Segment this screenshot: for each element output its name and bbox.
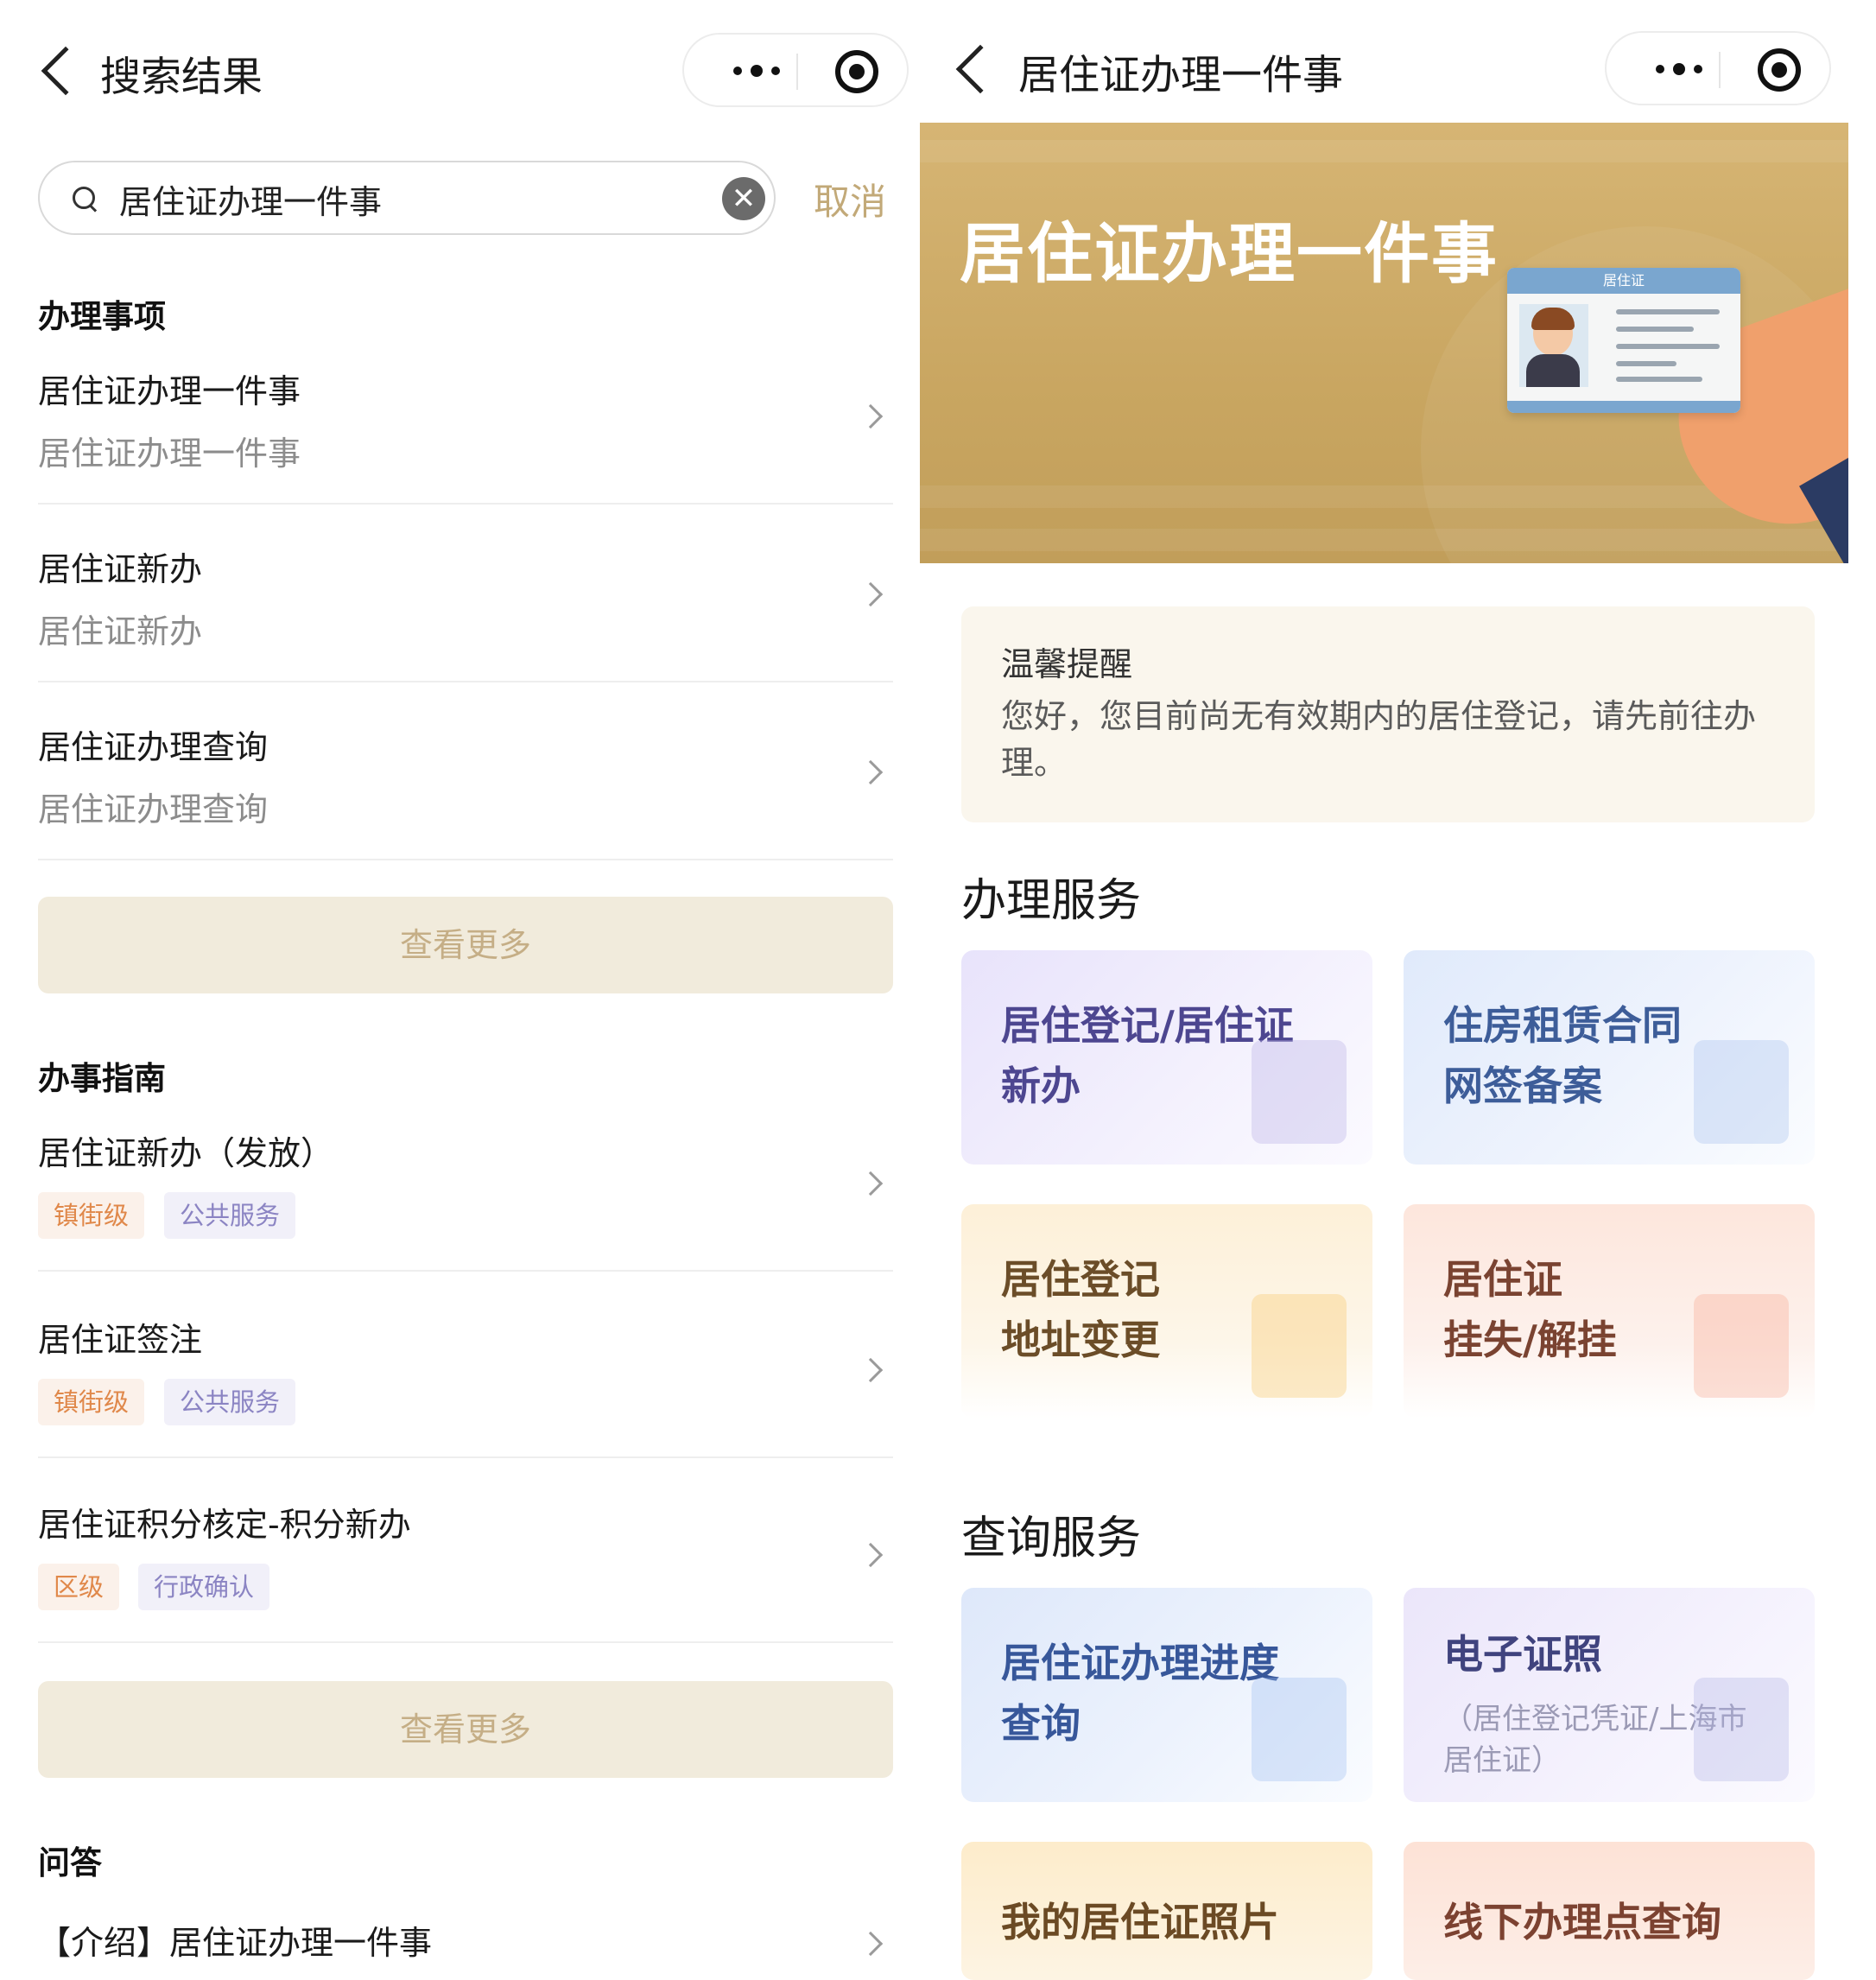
item-title: 居住证办理一件事 bbox=[38, 372, 301, 410]
contract-icon bbox=[1694, 1040, 1789, 1144]
section-title-qa: 问答 bbox=[38, 1844, 102, 1882]
notice-body: 您好，您目前尚无有效期内的居住登记，请先前往办理。 bbox=[1001, 697, 1757, 782]
section-title-items: 办理事项 bbox=[38, 298, 166, 335]
type-tag: 公共服务 bbox=[164, 1379, 296, 1425]
card-line bbox=[1616, 309, 1720, 314]
id-card-illustration: 居住证 bbox=[1507, 268, 1740, 413]
card-label: 线下办理点查询 bbox=[1443, 1899, 1721, 1945]
mini-program-capsule bbox=[1605, 31, 1831, 105]
search-input[interactable] bbox=[119, 178, 655, 219]
back-icon[interactable] bbox=[41, 46, 91, 96]
target-icon[interactable] bbox=[1758, 48, 1801, 92]
qa-title: 【介绍】居住证办理一件事 bbox=[38, 1924, 433, 1962]
banner-title: 居住证办理一件事 bbox=[960, 215, 1499, 292]
item-subtitle: 居住证办理查询 bbox=[38, 790, 269, 828]
level-tag: 镇街级 bbox=[38, 1379, 145, 1425]
type-tag: 行政确认 bbox=[138, 1564, 270, 1610]
back-icon[interactable] bbox=[955, 44, 1005, 94]
hero-banner: 居住证办理一件事 居住证 bbox=[920, 123, 1848, 563]
avatar-body bbox=[1526, 354, 1580, 387]
list-item[interactable]: 居住证办理一件事 居住证办理一件事 bbox=[38, 356, 893, 505]
guide-item[interactable]: 居住证签注 镇街级 公共服务 bbox=[38, 1304, 893, 1458]
search-icon bbox=[73, 187, 97, 211]
right-navbar: 居住证办理一件事 bbox=[920, 0, 1876, 138]
page-title: 搜索结果 bbox=[100, 54, 263, 101]
card-label: 我的居住证照片 bbox=[1001, 1899, 1279, 1945]
left-navbar: 搜索结果 bbox=[0, 0, 920, 138]
service-card-register[interactable]: 居住登记/居住证 新办 bbox=[961, 950, 1372, 1165]
chevron-right-icon bbox=[858, 403, 884, 429]
guide-item[interactable]: 居住证积分核定-积分新办 区级 行政确认 bbox=[38, 1489, 893, 1643]
residence-permit-panel: 居住证办理一件事 居住证办理一件事 居住证 温馨提醒 您好，您目前尚无有效期内的… bbox=[920, 0, 1876, 1980]
service-card-address-change[interactable]: 居住登记 地址变更 bbox=[961, 1204, 1372, 1418]
item-title: 居住证办理查询 bbox=[38, 728, 269, 766]
card-label: 居住登记 地址变更 bbox=[1001, 1256, 1160, 1363]
capsule-divider bbox=[1719, 52, 1721, 88]
service-card-lease[interactable]: 住房租赁合同 网签备案 bbox=[1404, 950, 1815, 1165]
card-line bbox=[1616, 344, 1720, 349]
notice-card: 温馨提醒 您好，您目前尚无有效期内的居住登记，请先前往办理。 bbox=[961, 606, 1815, 822]
address-change-icon bbox=[1252, 1294, 1347, 1398]
search-results-panel: 搜索结果 ✕ 取消 办理事项 居住证办理一件事 居住证办理一件事 居住证新办 居… bbox=[0, 0, 920, 1980]
card-header: 居住证 bbox=[1507, 268, 1740, 294]
card-line bbox=[1616, 361, 1676, 366]
item-title: 居住证新办 bbox=[38, 550, 203, 588]
more-dots-icon[interactable] bbox=[1636, 52, 1722, 86]
list-item[interactable]: 居住证办理查询 居住证办理查询 bbox=[38, 712, 893, 860]
item-subtitle: 居住证办理一件事 bbox=[38, 435, 301, 473]
card-label: 居住登记/居住证 新办 bbox=[1001, 1002, 1294, 1109]
chevron-right-icon bbox=[858, 759, 884, 785]
more-dots-icon[interactable] bbox=[713, 54, 800, 88]
card-label: 居住证办理进度 查询 bbox=[1001, 1640, 1279, 1747]
service-card-e-license[interactable]: 电子证照 （居住登记凭证/上海市 居住证） bbox=[1404, 1588, 1815, 1802]
service-card-report-loss[interactable]: 居住证 挂失/解挂 bbox=[1404, 1204, 1815, 1418]
section-title-query: 查询服务 bbox=[961, 1513, 1142, 1564]
banner-stripe bbox=[920, 140, 1848, 162]
clear-icon[interactable]: ✕ bbox=[722, 177, 765, 220]
qa-item[interactable]: 【介绍】居住证办理一件事 bbox=[38, 1904, 893, 1980]
card-label: 住房租赁合同 网签备案 bbox=[1443, 1002, 1682, 1109]
guide-title: 居住证积分核定-积分新办 bbox=[38, 1506, 411, 1544]
card-label: 电子证照 bbox=[1443, 1631, 1602, 1678]
chevron-right-icon bbox=[858, 1357, 884, 1383]
view-more-items-button[interactable]: 查看更多 bbox=[38, 897, 893, 993]
guide-item[interactable]: 居住证新办（发放） 镇街级 公共服务 bbox=[38, 1118, 893, 1272]
capsule-divider bbox=[796, 54, 798, 90]
card-label: 居住证 挂失/解挂 bbox=[1443, 1256, 1617, 1363]
cancel-button[interactable]: 取消 bbox=[814, 173, 886, 225]
level-tag: 镇街级 bbox=[38, 1192, 145, 1239]
level-tag: 区级 bbox=[38, 1564, 120, 1610]
section-title-handle: 办理服务 bbox=[961, 875, 1142, 927]
card-line bbox=[1616, 327, 1694, 332]
target-icon[interactable] bbox=[835, 50, 878, 93]
card-block-icon bbox=[1694, 1294, 1789, 1398]
guide-title: 居住证签注 bbox=[38, 1321, 203, 1359]
view-more-guides-button[interactable]: 查看更多 bbox=[38, 1681, 893, 1778]
e-license-icon bbox=[1694, 1678, 1789, 1781]
card-line bbox=[1616, 377, 1702, 382]
item-subtitle: 居住证新办 bbox=[38, 612, 203, 650]
notice-title: 温馨提醒 bbox=[1001, 645, 1133, 683]
service-card-offline-points[interactable]: 线下办理点查询 bbox=[1404, 1842, 1815, 1980]
service-card-progress[interactable]: 居住证办理进度 查询 bbox=[961, 1588, 1372, 1802]
search-bar: ✕ bbox=[38, 161, 776, 235]
type-tag: 公共服务 bbox=[164, 1192, 296, 1239]
chevron-right-icon bbox=[858, 1171, 884, 1196]
page-title: 居住证办理一件事 bbox=[1018, 52, 1343, 99]
card-footer bbox=[1507, 401, 1740, 413]
section-title-guide: 办事指南 bbox=[38, 1060, 166, 1097]
service-card-photo[interactable]: 我的居住证照片 bbox=[961, 1842, 1372, 1980]
document-icon bbox=[1252, 1040, 1347, 1144]
chevron-right-icon bbox=[858, 581, 884, 607]
mini-program-capsule bbox=[682, 33, 909, 107]
progress-list-icon bbox=[1252, 1678, 1347, 1781]
list-item[interactable]: 居住证新办 居住证新办 bbox=[38, 534, 893, 682]
chevron-right-icon bbox=[858, 1931, 884, 1957]
guide-title: 居住证新办（发放） bbox=[38, 1134, 334, 1172]
chevron-right-icon bbox=[858, 1542, 884, 1568]
